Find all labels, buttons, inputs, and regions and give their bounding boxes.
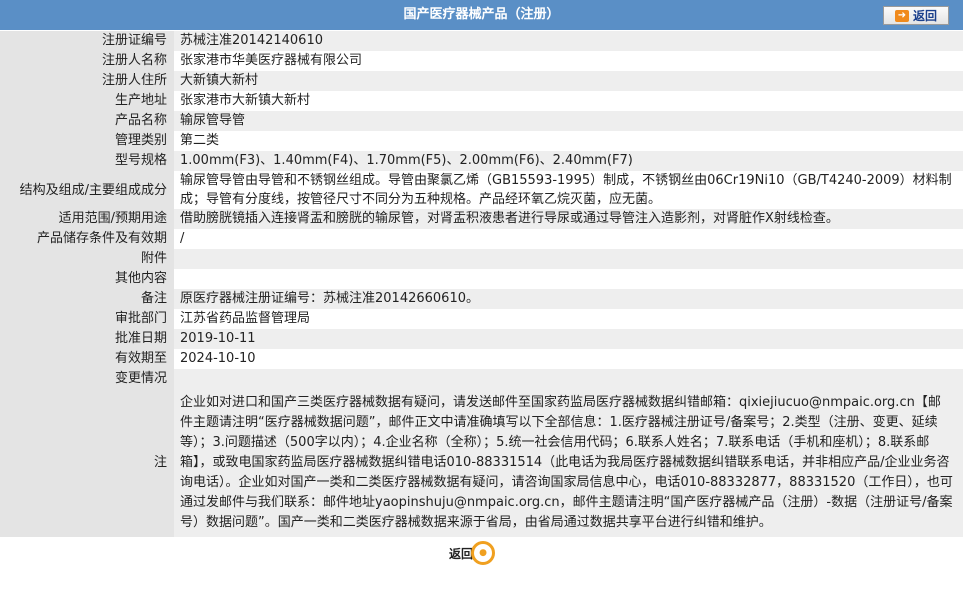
note-label: 注 — [0, 389, 174, 537]
field-value: 张家港市华美医疗器械有限公司 — [174, 51, 963, 71]
field-value: 江苏省药品监督管理局 — [174, 309, 963, 329]
field-label: 注册人名称 — [0, 51, 174, 71]
row-approval-date: 批准日期 2019-10-11 — [0, 329, 963, 349]
back-button-bottom[interactable]: 返回 ● — [449, 541, 497, 565]
field-label: 有效期至 — [0, 349, 174, 369]
row-attachments: 附件 — [0, 249, 963, 269]
row-registration-number: 注册证编号 苏械注准20142140610 — [0, 31, 963, 51]
note-text: 企业如对进口和国产三类医疗器械数据有疑问，请发送邮件至国家药监局医疗器械数据纠错… — [180, 395, 953, 530]
field-value: 1.00mm(F3)、1.40mm(F4)、1.70mm(F5)、2.00mm(… — [174, 151, 963, 171]
row-registrant-address: 注册人住所 大新镇大新村 — [0, 71, 963, 91]
field-label: 审批部门 — [0, 309, 174, 329]
field-value: 张家港市大新镇大新村 — [174, 91, 963, 111]
row-model-spec: 型号规格 1.00mm(F3)、1.40mm(F4)、1.70mm(F5)、2.… — [0, 151, 963, 171]
field-value — [174, 249, 963, 269]
field-label: 注册人住所 — [0, 71, 174, 91]
field-label: 型号规格 — [0, 151, 174, 171]
row-product-name: 产品名称 输尿管导管 — [0, 111, 963, 131]
field-value: 输尿管导管 — [174, 111, 963, 131]
field-label: 适用范围/预期用途 — [0, 209, 174, 229]
row-production-address: 生产地址 张家港市大新镇大新村 — [0, 91, 963, 111]
field-value: / — [174, 229, 963, 249]
field-value: 原医疗器械注册证编号：苏械注准20142660610。 — [174, 289, 963, 309]
row-remarks: 备注 原医疗器械注册证编号：苏械注准20142660610。 — [0, 289, 963, 309]
row-structure-composition: 结构及组成/主要组成成分 输尿管导管由导管和不锈钢丝组成。导管由聚氯乙烯（GB1… — [0, 171, 963, 209]
row-other-content: 其他内容 — [0, 269, 963, 289]
field-value — [174, 269, 963, 289]
page-footer: 返回 ● — [0, 537, 963, 567]
field-label: 结构及组成/主要组成成分 — [0, 171, 174, 209]
page-header: 国产医疗器械产品（注册） ➜ 返回 — [0, 0, 963, 31]
back-button-top[interactable]: ➜ 返回 — [883, 6, 949, 25]
row-note: 注 企业如对进口和国产三类医疗器械数据有疑问，请发送邮件至国家药监局医疗器械数据… — [0, 389, 963, 537]
circle-arrow-icon: ● — [471, 541, 496, 565]
field-label: 注册证编号 — [0, 31, 174, 51]
note-cell: 企业如对进口和国产三类医疗器械数据有疑问，请发送邮件至国家药监局医疗器械数据纠错… — [174, 389, 963, 537]
field-value: 借助膀胱镜插入连接肾盂和膀胱的输尿管，对肾盂积液患者进行导尿或通过导管注入造影剂… — [174, 209, 963, 229]
field-label: 产品储存条件及有效期 — [0, 229, 174, 249]
field-value: 大新镇大新村 — [174, 71, 963, 91]
row-change-history: 变更情况 — [0, 369, 963, 389]
field-value: 苏械注准20142140610 — [174, 31, 963, 51]
field-value: 第二类 — [174, 131, 963, 151]
field-label: 生产地址 — [0, 91, 174, 111]
field-label: 变更情况 — [0, 369, 174, 389]
field-label: 附件 — [0, 249, 174, 269]
row-management-category: 管理类别 第二类 — [0, 131, 963, 151]
row-intended-use: 适用范围/预期用途 借助膀胱镜插入连接肾盂和膀胱的输尿管，对肾盂积液患者进行导尿… — [0, 209, 963, 229]
field-value: 输尿管导管由导管和不锈钢丝组成。导管由聚氯乙烯（GB15593-1995）制成，… — [174, 171, 963, 209]
field-label: 管理类别 — [0, 131, 174, 151]
detail-table: 注册证编号 苏械注准20142140610 注册人名称 张家港市华美医疗器械有限… — [0, 31, 963, 537]
page-title: 国产医疗器械产品（注册） — [403, 7, 560, 22]
field-label: 备注 — [0, 289, 174, 309]
row-approval-department: 审批部门 江苏省药品监督管理局 — [0, 309, 963, 329]
back-button-label: 返回 — [912, 9, 937, 23]
field-value: 2024-10-10 — [174, 349, 963, 369]
field-label: 产品名称 — [0, 111, 174, 131]
back-button-bottom-label: 返回 — [449, 546, 474, 561]
row-valid-until: 有效期至 2024-10-10 — [0, 349, 963, 369]
field-value: 2019-10-11 — [174, 329, 963, 349]
field-label: 其他内容 — [0, 269, 174, 289]
arrow-right-icon: ➜ — [894, 9, 909, 22]
row-registrant-name: 注册人名称 张家港市华美医疗器械有限公司 — [0, 51, 963, 71]
field-value — [174, 369, 963, 389]
field-label: 批准日期 — [0, 329, 174, 349]
row-storage-validity: 产品储存条件及有效期 / — [0, 229, 963, 249]
